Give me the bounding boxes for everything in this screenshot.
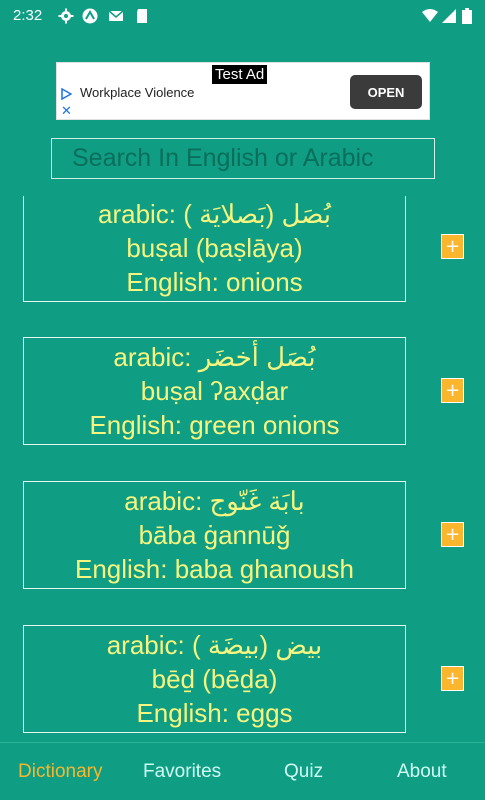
test-ad-tag: Test Ad (212, 65, 268, 84)
entry-english: English: green onions (89, 410, 340, 440)
signal-icon (442, 9, 456, 23)
ad-open-button[interactable]: OPEN (350, 75, 422, 109)
ad-choices-icon[interactable] (60, 88, 72, 100)
add-favorite-button[interactable]: + (441, 378, 464, 403)
android-icon (82, 8, 98, 24)
status-bar: 2:32 (0, 0, 485, 32)
status-time: 2:32 (13, 7, 43, 24)
entry-english: English: onions (126, 267, 303, 297)
entry-english: English: eggs (136, 698, 293, 728)
sd-card-icon (137, 9, 147, 23)
ad-banner[interactable]: Test Ad ✕ Workplace Violence OPEN (56, 62, 430, 120)
bottom-navigation: Dictionary Favorites Quiz About (0, 742, 485, 800)
add-favorite-button[interactable]: + (441, 666, 464, 691)
entry-english: English: baba ghanoush (74, 554, 354, 584)
entry-arabic: arabic: ( بَصلايَة) بُصَل (97, 199, 331, 229)
search-input[interactable] (51, 138, 435, 179)
entry-card[interactable]: arabic: بُصَل أخضَر buṣal ʔaxḍar English… (23, 337, 406, 445)
entry-arabic: arabic: بابَة غَنّوج (124, 486, 305, 516)
ad-text: Workplace Violence (80, 85, 195, 100)
add-favorite-button[interactable]: + (441, 234, 464, 259)
battery-icon (462, 8, 472, 24)
nav-quiz[interactable]: Quiz (284, 761, 323, 783)
entry-card[interactable]: arabic: بابَة غَنّوج bāba ġannūǧ English… (23, 481, 406, 589)
entry-transliteration: buṣal (baṣlāya) (126, 233, 303, 263)
nav-about[interactable]: About (397, 761, 447, 783)
entry-card[interactable]: arabic: ( بَصلايَة) بُصَل buṣal (baṣlāya… (23, 196, 406, 302)
entry-transliteration: buṣal ʔaxḍar (140, 376, 289, 406)
settings-icon (58, 8, 74, 24)
entry-arabic: arabic: ( بيضَة) بيض (106, 630, 323, 660)
close-icon[interactable]: ✕ (61, 105, 72, 118)
mail-icon (108, 10, 124, 21)
wifi-icon (422, 9, 438, 22)
entry-arabic: arabic: بُصَل أخضَر (113, 342, 316, 372)
entry-card[interactable]: arabic: ( بيضَة) بيض bēḏ (bēḏa) English:… (23, 625, 406, 733)
entry-list[interactable]: arabic: ( بَصلايَة) بُصَل buṣal (baṣlāya… (0, 196, 485, 742)
add-favorite-button[interactable]: + (441, 522, 464, 547)
entry-transliteration: bāba ġannūǧ (138, 520, 291, 550)
nav-dictionary[interactable]: Dictionary (18, 761, 102, 783)
entry-transliteration: bēḏ (bēḏa) (151, 664, 278, 694)
nav-favorites[interactable]: Favorites (143, 761, 221, 783)
